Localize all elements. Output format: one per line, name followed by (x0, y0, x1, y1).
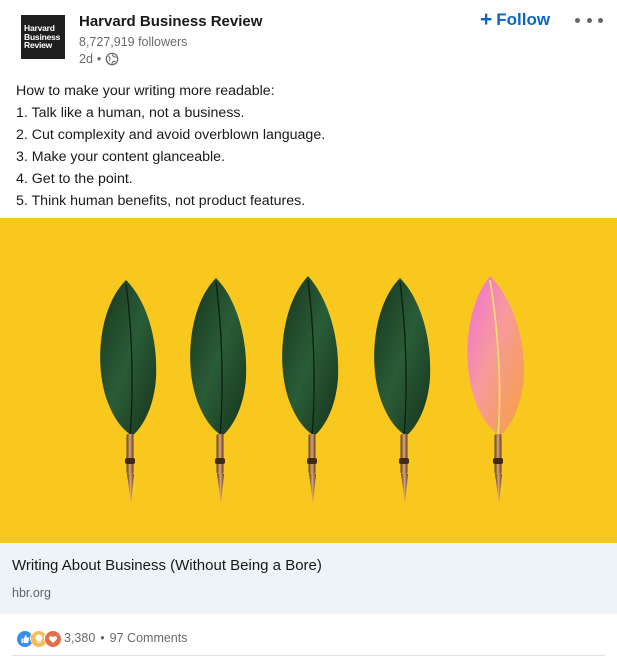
social-separator: • (100, 631, 105, 645)
comments-count[interactable]: 97 Comments (110, 631, 188, 645)
love-icon (44, 630, 61, 647)
social-counts: 3,380 • 97 Comments (16, 628, 187, 648)
more-dot (598, 17, 603, 23)
post-meta: 2d • (79, 52, 119, 66)
logo-line-3: Review (24, 40, 53, 51)
article-source: hbr.org (12, 586, 51, 600)
reaction-icons[interactable] (16, 630, 61, 647)
reactions-count[interactable]: 3,380 (64, 631, 95, 645)
company-logo[interactable]: Harvard Business Review (21, 15, 65, 59)
author-name[interactable]: Harvard Business Review (79, 13, 262, 30)
quill-1 (100, 280, 157, 503)
quill-4 (374, 278, 431, 503)
commentary-line: 2. Cut complexity and avoid overblown la… (16, 127, 326, 143)
more-options-button[interactable] (575, 9, 603, 31)
quill-pens-illustration (100, 276, 525, 503)
quill-5 (467, 276, 525, 503)
commentary-line: 4. Get to the point. (16, 171, 133, 187)
follow-label: Follow (496, 9, 551, 29)
article-image[interactable] (0, 218, 617, 543)
commentary-line: 1. Talk like a human, not a business. (16, 105, 245, 121)
more-dot (586, 17, 592, 23)
meta-separator: • (96, 52, 102, 66)
globe-icon (105, 52, 119, 66)
post-commentary: How to make your writing more readable: … (16, 80, 606, 212)
quill-2 (190, 278, 247, 503)
quill-3 (282, 276, 339, 503)
follow-button[interactable]: + Follow (480, 9, 550, 30)
commentary-line: 3. Make your content glanceable. (16, 149, 226, 165)
more-dot (575, 17, 580, 23)
commentary-line: 5. Think human benefits, not product fea… (16, 193, 306, 209)
follower-count: 8,727,919 followers (79, 35, 188, 49)
plus-icon: + (480, 8, 493, 31)
post-time: 2d (79, 52, 93, 66)
commentary-line: How to make your writing more readable: (16, 83, 275, 99)
article-link[interactable]: Writing About Business (Without Being a … (0, 543, 617, 614)
divider (12, 655, 605, 656)
article-title[interactable]: Writing About Business (Without Being a … (12, 557, 322, 574)
feed-post: Harvard Business Review Harvard Business… (0, 0, 617, 657)
